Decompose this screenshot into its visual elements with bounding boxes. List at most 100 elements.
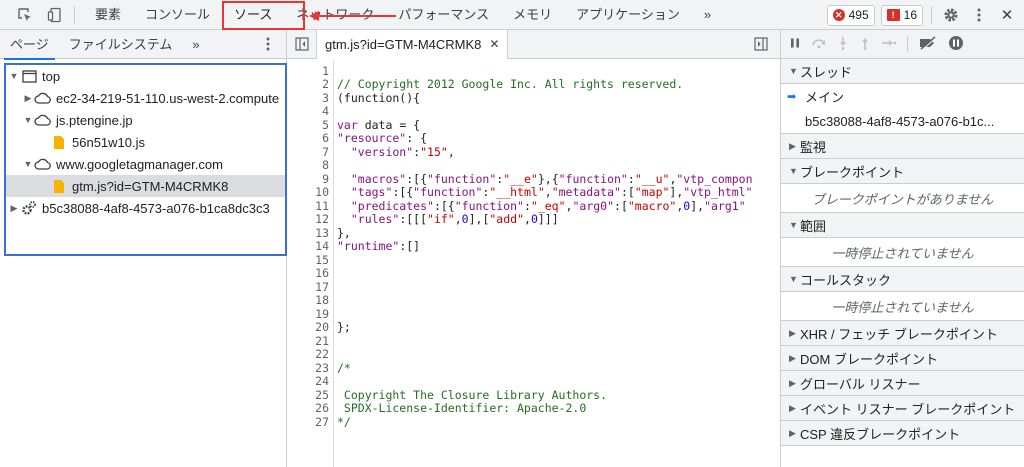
step-into-icon[interactable] (837, 36, 849, 53)
tree-item-googletagmanager-domain[interactable]: ▼ www.googletagmanager.com (6, 153, 285, 175)
line-number[interactable]: 24 (287, 374, 329, 389)
scope-not-paused-message: 一時停止されていません (781, 238, 1024, 267)
more-tabs-button[interactable]: » (692, 0, 723, 30)
line-number[interactable]: 18 (287, 293, 329, 308)
tab-filesystem[interactable]: ファイルシステム (59, 30, 183, 59)
expanded-triangle-icon[interactable]: ▼ (8, 71, 20, 81)
section-title: 範囲 (800, 218, 827, 234)
line-number[interactable]: 13 (287, 226, 329, 241)
line-number[interactable]: 15 (287, 253, 329, 268)
tree-item-ptengine-domain[interactable]: ▼ js.ptengine.jp (6, 109, 285, 131)
line-number[interactable]: 8 (287, 158, 329, 173)
line-number[interactable]: 3 (287, 91, 329, 106)
tree-item-56n51w10-file[interactable]: 56n51w10.js (6, 131, 285, 153)
close-devtools-button[interactable]: ✕ (996, 4, 1018, 26)
line-number[interactable]: 5 (287, 118, 329, 133)
collapsed-triangle-icon[interactable]: ▶ (8, 203, 20, 214)
device-toolbar-icon[interactable] (44, 4, 66, 26)
line-number[interactable]: 21 (287, 334, 329, 349)
line-number[interactable]: 2 (287, 77, 329, 92)
line-number[interactable]: 22 (287, 347, 329, 362)
section-global-listeners[interactable]: ▶ グローバル リスナー (781, 371, 1024, 396)
code-line: }; (337, 320, 351, 334)
kebab-menu-icon[interactable] (968, 4, 990, 26)
section-callstack[interactable]: ▼ コールスタック (781, 267, 1024, 292)
tree-item-label: ec2-34-219-51-110.us-west-2.compute (56, 90, 280, 106)
line-number[interactable]: 12 (287, 212, 329, 227)
line-number[interactable]: 7 (287, 145, 329, 160)
annotation-arrow-icon (309, 11, 396, 21)
line-number[interactable]: 20 (287, 320, 329, 335)
tab-application[interactable]: アプリケーション (564, 0, 692, 30)
inspect-element-icon[interactable] (14, 4, 36, 26)
line-number[interactable]: 10 (287, 185, 329, 200)
file-tab-gtm[interactable]: gtm.js?id=GTM-M4CRMK8 ✕ (317, 29, 509, 59)
section-threads[interactable]: ▼ スレッド (781, 59, 1024, 84)
thread-worker[interactable]: b5c38088-4af8-4573-a076-b1c... (781, 109, 1024, 134)
line-number[interactable]: 27 (287, 415, 329, 430)
collapsed-triangle-icon[interactable]: ▶ (22, 93, 34, 104)
pause-on-exceptions-icon[interactable] (948, 35, 964, 54)
code-token: "arg0" (572, 198, 615, 213)
code-line: "version":"15", (337, 145, 455, 160)
expanded-triangle-icon[interactable]: ▼ (22, 159, 34, 169)
section-breakpoints[interactable]: ▼ ブレークポイント (781, 159, 1024, 184)
tab-elements[interactable]: 要素 (83, 0, 133, 30)
error-count-badge[interactable]: ✕ 495 (826, 4, 875, 26)
line-number[interactable]: 1 (287, 64, 329, 79)
toggle-navigator-icon[interactable] (287, 29, 317, 59)
line-number[interactable]: 17 (287, 280, 329, 295)
step-out-icon[interactable] (859, 36, 871, 53)
section-scope[interactable]: ▼ 範囲 (781, 213, 1024, 238)
navigator-menu-icon[interactable] (260, 36, 276, 55)
expanded-triangle-icon[interactable]: ▼ (22, 115, 34, 125)
issue-count-badge[interactable]: ! 16 (880, 4, 923, 26)
toggle-debugger-icon[interactable] (754, 37, 768, 54)
toolbar-divider (931, 6, 932, 24)
step-icon[interactable] (881, 37, 897, 52)
close-tab-icon[interactable]: ✕ (489, 37, 499, 51)
line-number[interactable]: 25 (287, 388, 329, 403)
tree-item-ec2-domain[interactable]: ▶ ec2-34-219-51-110.us-west-2.compute (6, 87, 285, 109)
expanded-triangle-icon: ▼ (789, 220, 798, 230)
code-token: :[ (620, 185, 635, 199)
section-xhr-breakpoints[interactable]: ▶ XHR / フェッチ ブレークポイント (781, 321, 1024, 346)
pause-icon[interactable] (789, 37, 801, 52)
code-token: , (454, 212, 462, 226)
tab-performance[interactable]: パフォーマンス (386, 0, 501, 30)
more-navigator-tabs-button[interactable]: » (182, 30, 209, 59)
line-number[interactable]: 19 (287, 307, 329, 322)
section-title: コールスタック (800, 272, 892, 288)
section-title: DOM ブレークポイント (800, 351, 938, 367)
tab-sources[interactable]: ソース (222, 0, 285, 31)
cloud-icon (34, 156, 52, 172)
tab-console[interactable]: コンソール (133, 0, 222, 30)
settings-gear-icon[interactable] (940, 4, 962, 26)
line-number[interactable]: 4 (287, 104, 329, 119)
thread-label: b5c38088-4af8-4573-a076-b1c... (805, 113, 995, 129)
code-line: "resource": { (337, 131, 428, 146)
section-watch[interactable]: ▶ 監視 (781, 134, 1024, 159)
line-number[interactable]: 16 (287, 266, 329, 281)
section-event-listener-breakpoints[interactable]: ▶ イベント リスナー ブレークポイント (781, 396, 1024, 421)
step-over-icon[interactable] (811, 37, 827, 52)
line-number[interactable]: 23 (287, 361, 329, 376)
thread-main[interactable]: ➡ メイン (781, 84, 1024, 109)
line-number[interactable]: 6 (287, 131, 329, 146)
code-token: : { (406, 131, 428, 145)
line-number[interactable]: 11 (287, 199, 329, 214)
code-token: :[{ (433, 198, 455, 213)
line-number[interactable]: 9 (287, 172, 329, 187)
tree-item-service-worker[interactable]: ▶ b5c38088-4af8-4573-a076-b1ca8dc3c3 (6, 197, 285, 219)
tree-item-gtm-file[interactable]: gtm.js?id=GTM-M4CRMK8 (6, 175, 285, 197)
code-view[interactable]: 1 2 3 4 5 6 7 8 9 10 11 12 13 14 15 16 17 18 19 20 21 22 23 24 2… (287, 60, 781, 467)
section-dom-breakpoints[interactable]: ▶ DOM ブレークポイント (781, 346, 1024, 371)
tree-item-top[interactable]: ▼ top (6, 65, 285, 87)
line-number[interactable]: 26 (287, 401, 329, 416)
line-number[interactable]: 14 (287, 239, 329, 254)
tab-page[interactable]: ページ (0, 30, 59, 60)
code-token: "macros" (337, 171, 407, 186)
tab-memory[interactable]: メモリ (501, 0, 564, 30)
section-csp-breakpoints[interactable]: ▶ CSP 違反ブレークポイント (781, 421, 1024, 446)
deactivate-breakpoints-icon[interactable] (918, 35, 938, 53)
